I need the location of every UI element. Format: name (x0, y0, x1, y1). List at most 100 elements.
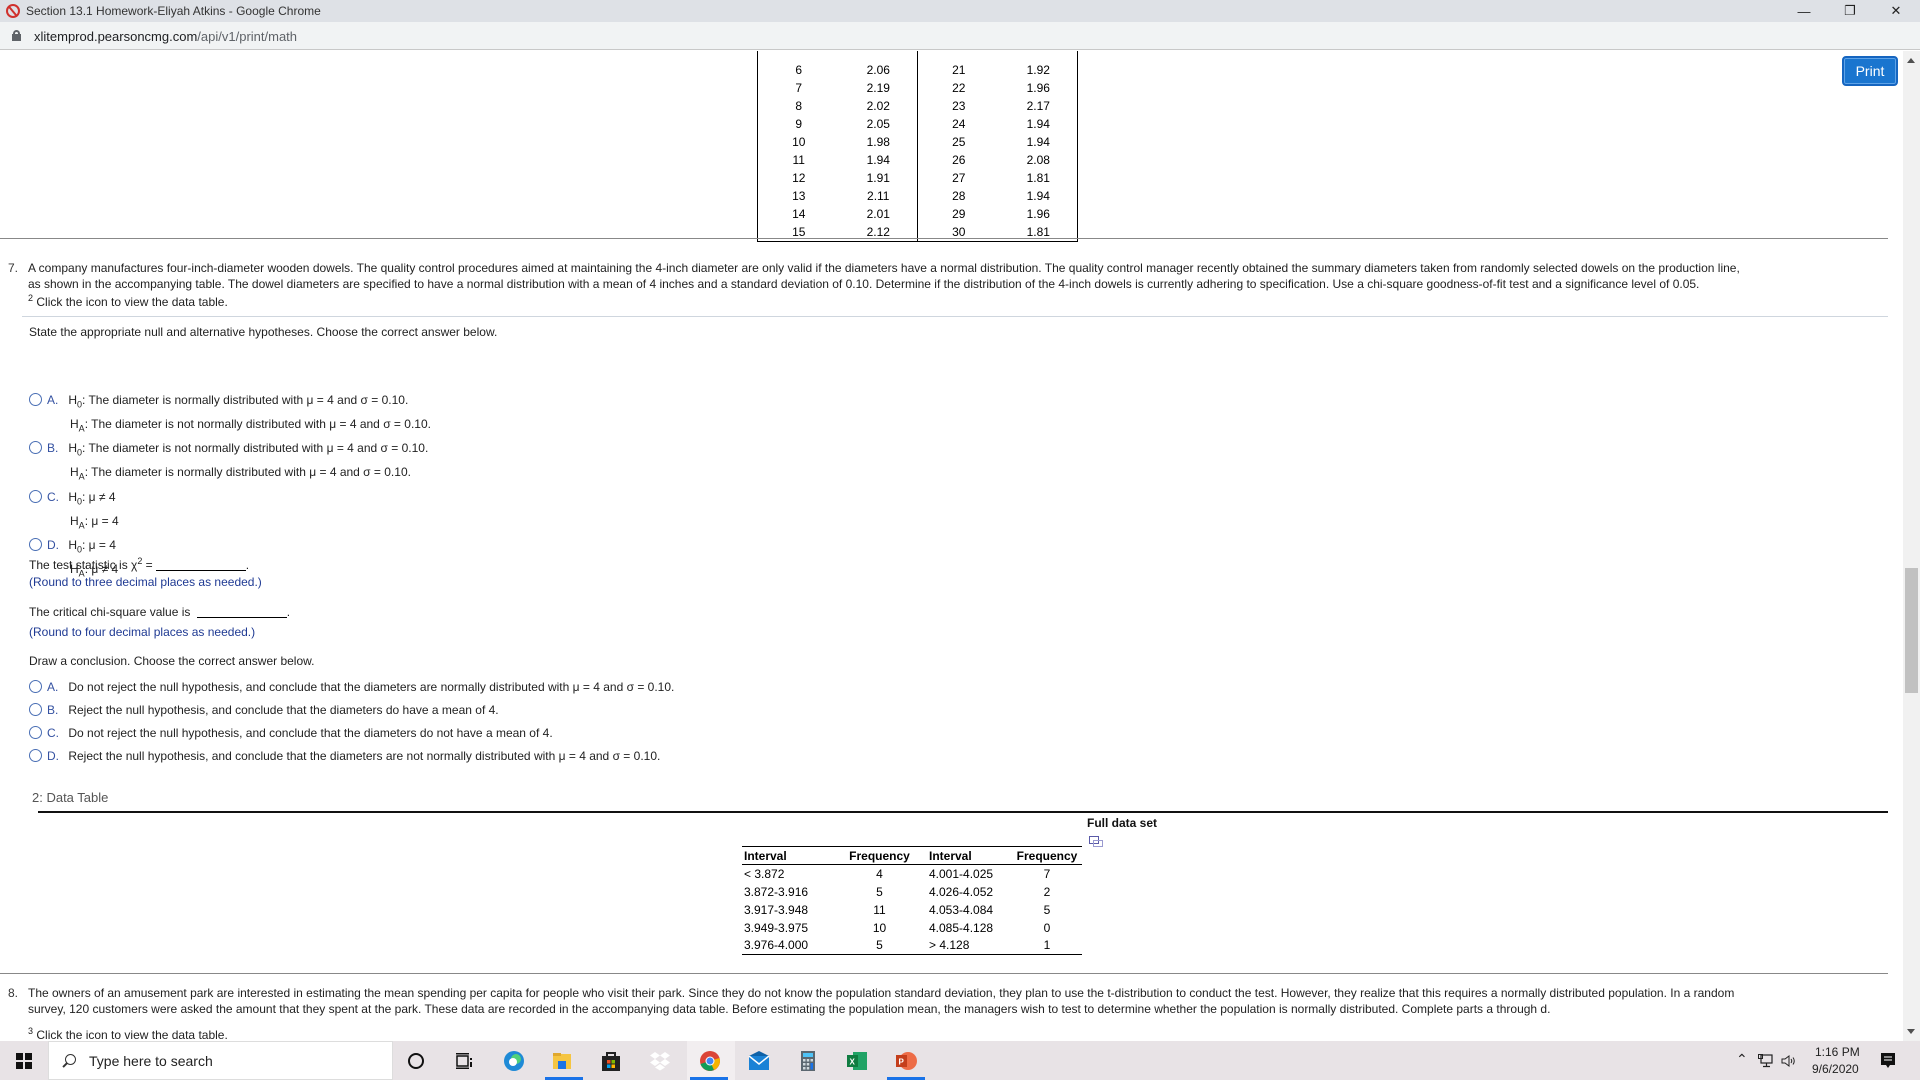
data-table-link[interactable]: 3 Click the icon to view the data table. (28, 1023, 1898, 1041)
radio-button[interactable] (29, 749, 42, 762)
radio-button[interactable] (29, 680, 42, 693)
interval-cell: 3.872-3.916 (744, 884, 809, 899)
file-explorer-icon[interactable] (550, 1049, 574, 1073)
radio-button[interactable] (29, 538, 42, 551)
radio-button[interactable] (29, 726, 42, 739)
table-row: 11 1.94 26 2.08 (758, 151, 1078, 169)
calculator-icon[interactable] (796, 1049, 820, 1073)
hypothesis-option-a[interactable]: A. H0: The diameter is normally distribu… (29, 390, 431, 439)
row-value: 1.91 (866, 171, 890, 185)
conclusion-prompt: Draw a conclusion. Choose the correct an… (29, 654, 315, 668)
table-row: 9 2.05 24 1.94 (758, 115, 1078, 133)
cortana-icon[interactable] (404, 1049, 428, 1073)
address-bar[interactable]: xlitemprod.pearsoncmg.com/api/v1/print/m… (0, 22, 1920, 50)
frequency-cell: 5 (876, 884, 883, 899)
row-value: 2.11 (867, 189, 890, 203)
row-value: 1.81 (1026, 171, 1050, 185)
header-interval: Interval (927, 846, 1012, 865)
radio-button[interactable] (29, 703, 42, 716)
null-hypothesis-text: : The diameter is not normally distribut… (82, 441, 429, 455)
clock-time[interactable]: 1:16 PM (1815, 1045, 1860, 1059)
scrollbar-thumb[interactable] (1905, 568, 1918, 693)
conclusion-option-a[interactable]: A. Do not reject the null hypothesis, an… (29, 677, 674, 697)
radio-button[interactable] (29, 441, 42, 454)
row-value: 2.08 (1026, 153, 1050, 167)
notifications-icon[interactable] (1880, 1052, 1896, 1070)
close-button[interactable]: ✕ (1873, 0, 1919, 22)
url-field[interactable]: xlitemprod.pearsoncmg.com/api/v1/print/m… (34, 29, 297, 44)
row-number: 25 (917, 133, 1000, 151)
search-placeholder: Type here to search (89, 1053, 213, 1069)
row-number: 28 (917, 187, 1000, 205)
scroll-up-icon[interactable] (1907, 58, 1915, 63)
option-letter: D. (47, 538, 59, 552)
vertical-scrollbar[interactable] (1903, 51, 1920, 1041)
table-row: 8 2.02 23 2.17 (758, 97, 1078, 115)
chrome-icon[interactable] (698, 1049, 722, 1073)
conclusion-option-c[interactable]: C. Do not reject the null hypothesis, an… (29, 723, 553, 743)
null-hypothesis-text: : μ = 4 (82, 538, 116, 552)
excel-icon[interactable]: X (845, 1049, 869, 1073)
window-titlebar: Section 13.1 Homework-Eliyah Atkins - Go… (0, 0, 1920, 22)
show-hidden-icons-icon[interactable]: ⌃ (1736, 1051, 1748, 1068)
null-hypothesis-text: : The diameter is normally distributed w… (82, 393, 409, 407)
row-number: 24 (917, 115, 1000, 133)
row-value: 1.94 (1026, 135, 1050, 149)
test-statistic-input[interactable] (155, 570, 246, 571)
task-view-icon[interactable] (452, 1049, 476, 1073)
critical-value-input[interactable] (196, 617, 287, 618)
table-row: 3.917-3.948 11 4.053-4.084 5 (742, 901, 1082, 919)
taskbar-search[interactable]: Type here to search (48, 1041, 393, 1080)
row-value: 2.06 (866, 63, 890, 77)
mail-icon[interactable] (747, 1049, 771, 1073)
option-text: Do not reject the null hypothesis, and c… (68, 680, 675, 694)
question-7-number: 7. (8, 261, 19, 275)
hypotheses-prompt: State the appropriate null and alternati… (29, 325, 498, 339)
row-value: 1.98 (866, 135, 890, 149)
alt-hypothesis-text: : The diameter is normally distributed w… (84, 465, 411, 480)
interval-cell: 3.976-4.000 (742, 936, 832, 955)
volume-icon[interactable] (1781, 1054, 1797, 1068)
clock-date[interactable]: 9/6/2020 (1812, 1062, 1859, 1076)
header-frequency: Frequency (832, 846, 927, 865)
radio-button[interactable] (29, 393, 42, 406)
dropbox-icon[interactable] (648, 1049, 672, 1073)
data-table-title: 2: Data Table (32, 790, 109, 805)
question-8-text-line2: survey, 120 customers were asked the amo… (28, 1002, 1551, 1016)
option-text: Do not reject the null hypothesis, and c… (68, 726, 553, 740)
diameter-data-table: 6 2.06 21 1.92 7 2.19 22 1.96 8 2.02 23 2.17 9 2.05 24… (757, 51, 1078, 242)
store-icon[interactable] (599, 1049, 623, 1073)
frequency-cell: 5 (1043, 902, 1051, 917)
frequency-cell: 0 (1043, 920, 1051, 935)
row-number: 23 (917, 97, 1000, 115)
interval-cell: 3.917-3.948 (744, 902, 809, 917)
table-row: 7 2.19 22 1.96 (758, 79, 1078, 97)
powerpoint-icon[interactable]: P (894, 1049, 918, 1073)
alt-hypothesis-text: : The diameter is not normally distribut… (84, 417, 431, 432)
frequency-cell: 4 (876, 866, 883, 881)
frequency-table: Interval Frequency Interval Frequency < … (742, 846, 1082, 955)
conclusion-option-d[interactable]: D. Reject the null hypothesis, and concl… (29, 746, 660, 766)
question-7-text-line2: as shown in the accompanying table. The … (28, 277, 1700, 291)
conclusion-option-b[interactable]: B. Reject the null hypothesis, and concl… (29, 700, 499, 720)
data-table-divider (38, 811, 1888, 813)
hypothesis-option-b[interactable]: B. H0: The diameter is not normally dist… (29, 438, 428, 487)
option-letter: B. (47, 703, 59, 717)
hypothesis-option-c[interactable]: C. H0: μ ≠ 4 HA: μ = 4 (29, 487, 119, 536)
print-button[interactable]: Print (1842, 56, 1898, 86)
edge-icon[interactable] (502, 1049, 526, 1073)
row-number: 22 (917, 79, 1000, 97)
scroll-down-icon[interactable] (1907, 1029, 1915, 1034)
restore-button[interactable]: ❐ (1827, 0, 1873, 22)
radio-button[interactable] (29, 490, 42, 503)
test-statistic-note: (Round to three decimal places as needed… (29, 575, 262, 589)
network-icon[interactable] (1758, 1054, 1774, 1068)
minimize-button[interactable]: — (1781, 0, 1827, 22)
data-table-link[interactable]: 2 Click the icon to view the data table. (28, 290, 1898, 310)
row-number: 12 (792, 171, 806, 185)
table-row: 6 2.06 21 1.92 (758, 61, 1078, 79)
copy-data-icon[interactable] (1089, 836, 1103, 847)
svg-text:P: P (899, 1058, 905, 1067)
full-data-set-label: Full data set (1087, 816, 1158, 830)
windows-start-icon[interactable] (16, 1053, 32, 1069)
